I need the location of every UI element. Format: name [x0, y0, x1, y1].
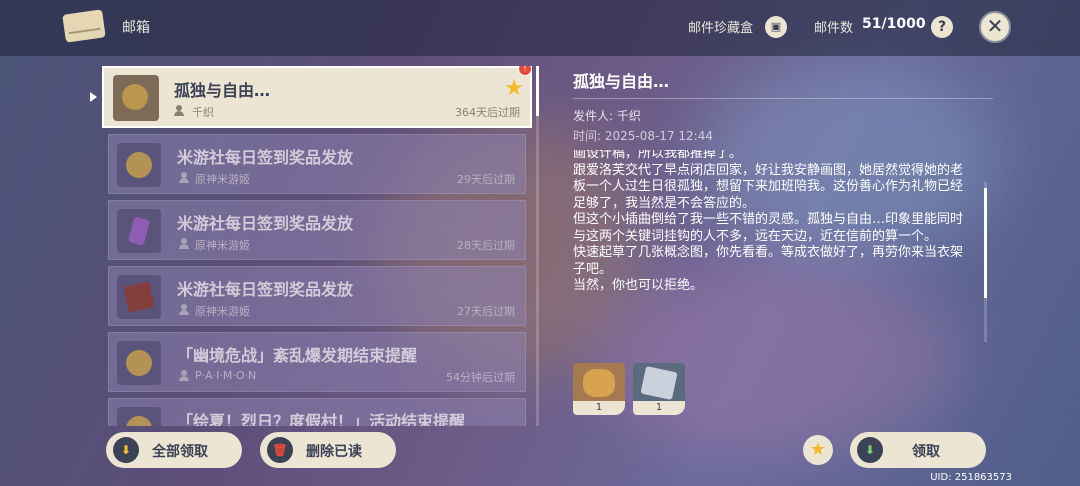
- mail-collection-label[interactable]: 邮件珍藏盒: [688, 17, 753, 36]
- mail-item-expiry: 27天后过期: [457, 305, 515, 318]
- mail-body-text: 画设计稿，所以我都推掉了。 跟爱洛芙交代了早点闭店回家，好让我安静画图，她居然觉…: [573, 150, 973, 295]
- mail-detail-panel: 孤独与自由… 发件人: 千织 时间: 2025-08-17 12:44 画设计稿…: [560, 56, 1000, 426]
- star-favorite-button[interactable]: ★: [803, 435, 833, 465]
- mail-item-title: 米游社每日签到奖品发放: [177, 148, 354, 167]
- mora-coin-icon: [117, 341, 161, 385]
- sender-person-icon: [179, 370, 189, 381]
- mail-list-item[interactable]: 「绘夏！烈日？度假村！」活动结束提醒: [108, 398, 526, 426]
- mail-item-title: 「绘夏！烈日？度假村！」活动结束提醒: [177, 412, 466, 426]
- mail-item-sender: 千织: [192, 106, 214, 119]
- delete-read-label: 删除已读: [306, 444, 362, 460]
- sender-person-icon: [174, 105, 184, 116]
- mail-item-title: 米游社每日签到奖品发放: [177, 280, 354, 299]
- mail-item-expiry: 28天后过期: [457, 239, 515, 252]
- food-dish-icon: [583, 369, 615, 397]
- sender-person-icon: [179, 238, 189, 249]
- mora-coin-icon: [117, 407, 161, 426]
- sender-person-icon: [179, 304, 189, 315]
- mail-item-expiry: 29天后过期: [457, 173, 515, 186]
- claim-all-button[interactable]: ⬇ 全部领取: [106, 432, 242, 468]
- mail-detail-time: 时间: 2025-08-17 12:44: [573, 129, 713, 143]
- attachment-count: 1: [633, 401, 685, 415]
- food-dish-icon: [113, 75, 159, 121]
- help-icon[interactable]: ?: [931, 16, 953, 38]
- blueprint-icon: [640, 365, 678, 401]
- star-icon[interactable]: ★: [504, 76, 524, 101]
- mail-list-item[interactable]: 「幽境危战」紊乱爆发期结束提醒 P·A·I·M·O·N 54分钟后过期: [108, 332, 526, 392]
- claim-label: 领取: [912, 444, 940, 460]
- trash-icon: 🗑: [267, 437, 293, 463]
- mail-body-paragraph: 画设计稿，所以我都推掉了。: [573, 150, 743, 161]
- mail-detail-title: 孤独与自由…: [573, 72, 670, 91]
- top-bar: 邮箱 邮件珍藏盒 ▣ 邮件数 51/1000 ? ✕: [0, 0, 1080, 56]
- mail-list-scrollbar[interactable]: [536, 66, 539, 426]
- divider: [573, 98, 993, 99]
- download-arrow-icon: ⬇: [113, 437, 139, 463]
- mail-item-sender: 原神米游姬: [195, 173, 250, 186]
- mail-body-paragraph: 快速起草了几张概念图，你先看看。等成衣做好了，再劳你来当衣架子吧。: [573, 245, 964, 277]
- mail-list-item[interactable]: 米游社每日签到奖品发放 原神米游姬 29天后过期: [108, 134, 526, 194]
- claim-button[interactable]: ⬇ 领取: [850, 432, 986, 468]
- delete-read-button[interactable]: 🗑 删除已读: [260, 432, 396, 468]
- mail-count-label: 邮件数: [814, 21, 854, 36]
- attachment-item[interactable]: 1: [633, 363, 685, 415]
- mail-item-title: 米游社每日签到奖品发放: [177, 214, 354, 233]
- attachment-count: 1: [573, 401, 625, 415]
- mail-item-expiry: 364天后过期: [455, 106, 520, 119]
- mail-body-paragraph: 但这个小插曲倒给了我一些不错的灵感。孤独与自由…印象里能同时与这两个关键词挂钩的…: [573, 212, 964, 244]
- mail-item-sender: 原神米游姬: [195, 239, 250, 252]
- mail-body-paragraph: 当然，你也可以拒绝。: [573, 278, 704, 293]
- close-icon[interactable]: ✕: [979, 11, 1011, 43]
- page-title: 邮箱: [122, 20, 150, 36]
- mail-item-title: 孤独与自由…: [174, 81, 271, 100]
- attachment-item[interactable]: 1: [573, 363, 625, 415]
- mail-body[interactable]: 画设计稿，所以我都推掉了。 跟爱洛芙交代了早点闭店回家，好让我安静画图，她居然觉…: [568, 150, 980, 345]
- sender-person-icon: [179, 172, 189, 183]
- unread-badge-icon: !: [518, 66, 532, 76]
- mail-list[interactable]: 孤独与自由… 千织 364天后过期 ★ ! 米游社每日签到奖品发放 原神米游姬 …: [102, 66, 532, 426]
- mail-collection-box-icon[interactable]: ▣: [765, 16, 787, 38]
- mail-item-expiry: 54分钟后过期: [446, 371, 515, 384]
- mail-item-sender: 原神米游姬: [195, 305, 250, 318]
- mail-list-item[interactable]: 米游社每日签到奖品发放 原神米游姬 28天后过期: [108, 200, 526, 260]
- uid-label: UID: 251863573: [930, 472, 1012, 483]
- mail-body-scroll-thumb[interactable]: [984, 188, 987, 298]
- crystal-icon: [117, 209, 161, 253]
- mora-coin-icon: [117, 143, 161, 187]
- mail-detail-sender: 发件人: 千织: [573, 109, 641, 123]
- claim-all-label: 全部领取: [152, 444, 208, 460]
- mail-count-value: 51/1000: [862, 16, 926, 32]
- download-arrow-icon: ⬇: [857, 437, 883, 463]
- mail-list-scroll-thumb[interactable]: [536, 66, 539, 116]
- book-icon: [117, 275, 161, 319]
- mail-item-sender: P·A·I·M·O·N: [195, 369, 257, 382]
- mail-envelope-icon: [62, 9, 106, 43]
- mail-body-paragraph: 跟爱洛芙交代了早点闭店回家，好让我安静画图，她居然觉得她的老板一个人过生日很孤独…: [573, 162, 964, 211]
- selection-arrow-icon: [90, 92, 97, 102]
- mail-list-item-selected[interactable]: 孤独与自由… 千织 364天后过期 ★ !: [102, 66, 532, 128]
- mail-list-item[interactable]: 米游社每日签到奖品发放 原神米游姬 27天后过期: [108, 266, 526, 326]
- mail-item-title: 「幽境危战」紊乱爆发期结束提醒: [177, 346, 418, 365]
